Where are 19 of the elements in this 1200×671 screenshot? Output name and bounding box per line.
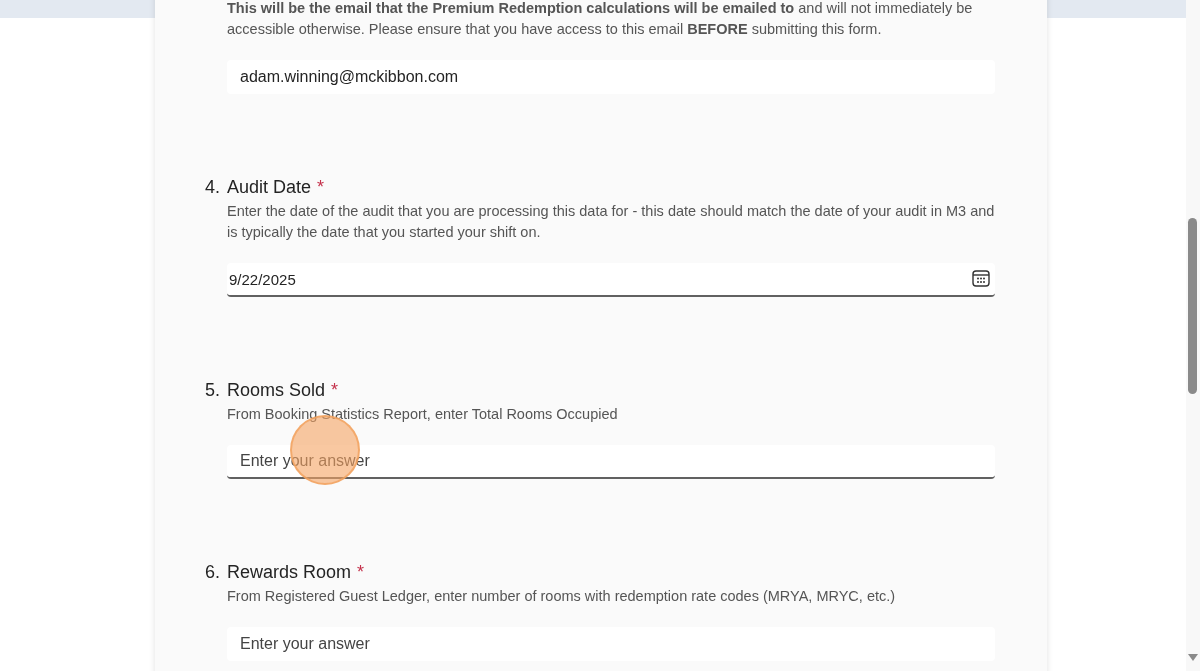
question-title: Rooms Sold — [227, 379, 326, 402]
required-mark: * — [317, 176, 325, 199]
scroll-down-icon[interactable] — [1188, 654, 1198, 661]
answer-field[interactable]: adam.winning@mckibbon.com — [227, 60, 995, 94]
question-description: This will be the email that the Premium Redemption calculations will be emailed to and will not immediately be accessible otherwise. Please ensure that you have access to this email BEFORE submitting this form. — [227, 0, 974, 39]
question-number: 4. — [205, 176, 221, 199]
question-description: From Registered Guest Ledger, enter number of rooms with redemption rate codes (MRYA, MRYC, etc.) — [227, 587, 897, 606]
question-number: 5. — [205, 379, 221, 402]
calendar-icon[interactable] — [972, 270, 990, 287]
required-mark: * — [357, 561, 365, 584]
question-title: Audit Date — [227, 176, 312, 199]
question-description: Enter the date of the audit that you are processing this data for - this date should match the date of your audit in M3 and is typically the date that you started your shift on. — [227, 202, 995, 242]
answer-field[interactable]: Enter your answer — [227, 627, 995, 661]
date-field[interactable]: 9/22/2025 — [227, 263, 995, 297]
scrollbar-thumb[interactable] — [1188, 218, 1197, 394]
question-title: Rewards Room — [227, 561, 352, 584]
required-mark: * — [331, 379, 339, 402]
question-description: From Booking Statistics Report, enter Total Rooms Occupied — [227, 405, 619, 424]
question-number: 6. — [205, 561, 221, 584]
